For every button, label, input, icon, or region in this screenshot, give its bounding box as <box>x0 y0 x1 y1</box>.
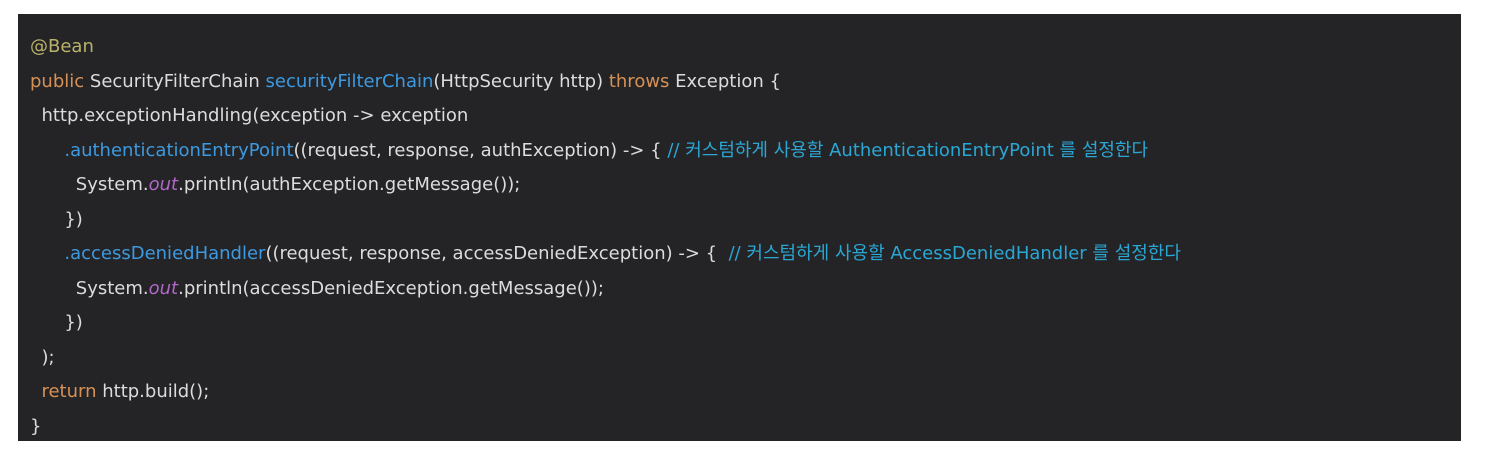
method-token: .authenticationEntryPoint <box>64 139 294 161</box>
method-token: securityFilterChain <box>265 70 434 92</box>
code-line: public SecurityFilterChain securityFilte… <box>30 65 1461 100</box>
code-text: } <box>30 415 42 437</box>
keyword-token: public <box>30 70 85 92</box>
code-text: ); <box>30 346 55 368</box>
keyword-token: throws <box>608 70 670 92</box>
code-line: }) <box>30 306 1461 341</box>
annotation-token: @Bean <box>30 36 94 57</box>
comment-token: // 커스텀하게 사용할 AuthenticationEntryPoint 를 … <box>667 139 1149 161</box>
code-text: }) <box>30 208 83 230</box>
code-text: System. <box>30 277 149 299</box>
code-line: return http.build(); <box>30 375 1461 410</box>
code-text: Exception { <box>669 70 781 92</box>
code-line: @Bean <box>30 30 1461 65</box>
code-line: System.out.println(authException.getMess… <box>30 168 1461 203</box>
code-text: .println(accessDeniedException.getMessag… <box>178 277 604 299</box>
code-line: ); <box>30 341 1461 376</box>
code-block: @Bean public SecurityFilterChain security… <box>18 14 1461 441</box>
keyword-token: return <box>41 381 97 402</box>
code-text: SecurityFilterChain <box>84 70 266 92</box>
code-line: .accessDeniedHandler((request, response,… <box>30 237 1461 272</box>
code-line: } <box>30 410 1461 445</box>
static-field-token: out <box>148 174 179 195</box>
code-text: ((request, response, authException) -> { <box>293 139 668 161</box>
code-line: System.out.println(accessDeniedException… <box>30 272 1461 307</box>
code-text: .println(authException.getMessage()); <box>178 174 521 195</box>
code-text: (HttpSecurity http) <box>433 70 609 92</box>
code-text: ((request, response, accessDeniedExcepti… <box>265 243 729 264</box>
static-field-token: out <box>148 277 179 299</box>
method-token: .accessDeniedHandler <box>64 243 266 264</box>
comment-token: // 커스텀하게 사용할 AccessDeniedHandler 를 설정한다 <box>728 243 1181 264</box>
code-line: .authenticationEntryPoint((request, resp… <box>30 134 1461 169</box>
code-line: }) <box>30 203 1461 238</box>
code-text: http.exceptionHandling(exception -> exce… <box>30 105 469 126</box>
code-text: http.build(); <box>96 381 210 402</box>
code-text: System. <box>30 174 149 195</box>
code-line: http.exceptionHandling(exception -> exce… <box>30 99 1461 134</box>
code-text: }) <box>30 312 83 333</box>
